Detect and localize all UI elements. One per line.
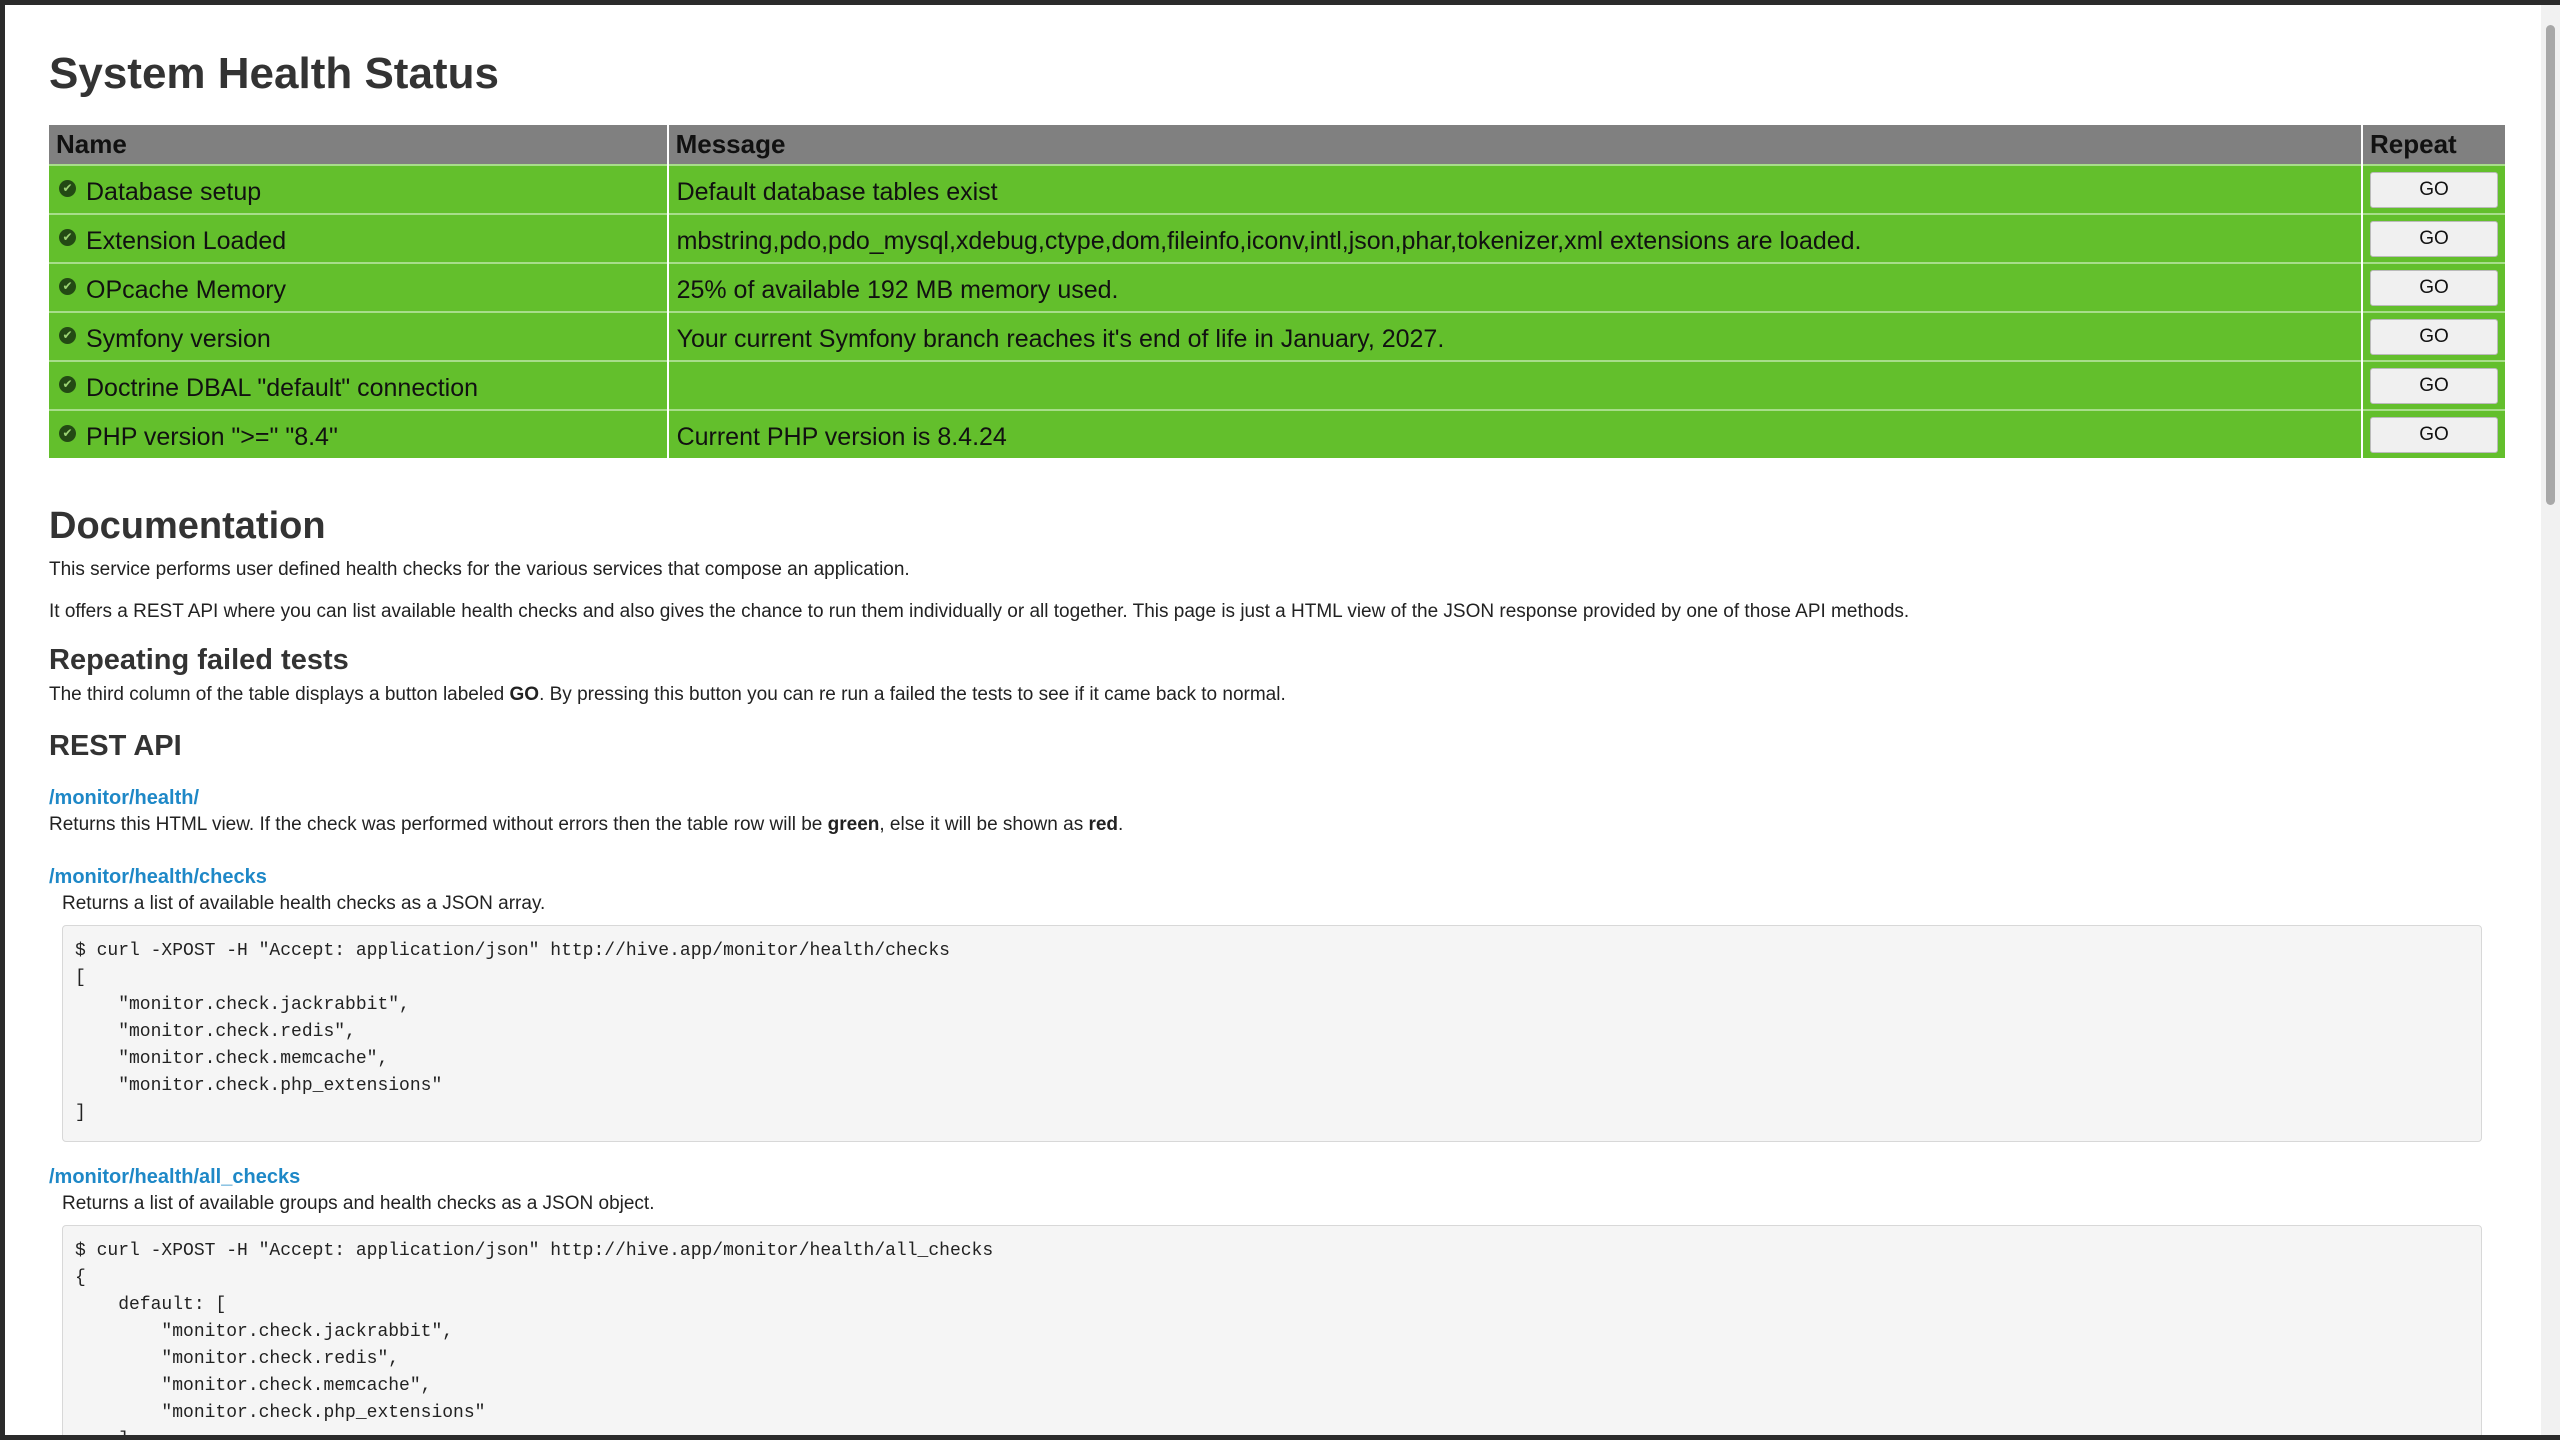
page-title: System Health Status <box>49 49 499 98</box>
column-header-repeat: Repeat <box>2361 125 2505 165</box>
doc-intro-paragraph: This service performs user defined healt… <box>49 559 910 580</box>
go-button[interactable]: GO <box>2369 318 2498 355</box>
check-name-cell: ✔ OPcache Memory <box>49 262 669 312</box>
repeat-cell: GO <box>2361 360 2505 410</box>
check-message-cell: mbstring,pdo,pdo_mysql,xdebug,ctype,dom,… <box>667 213 2363 263</box>
repeat-text: The third column of the table displays a… <box>49 684 510 706</box>
check-name: Doctrine DBAL "default" connection <box>86 374 479 402</box>
table-row: ✔ OPcache Memory 25% of available 192 MB … <box>49 262 2505 312</box>
green-label: green <box>827 814 880 836</box>
health-status-table: Name Message Repeat ✔ Database setup Defa… <box>49 125 2505 458</box>
code-sample-checks: $ curl -XPOST -H "Accept: application/js… <box>62 925 2482 1143</box>
code-sample-all-checks: $ curl -XPOST -H "Accept: application/js… <box>62 1225 2482 1435</box>
endpoint-desc-text: Returns this HTML view. If the check was… <box>49 814 828 836</box>
repeat-cell: GO <box>2361 164 2505 214</box>
repeating-tests-paragraph: The third column of the table displays a… <box>49 683 2504 708</box>
table-row: ✔ Database setup Default database tables … <box>49 164 2505 214</box>
doc-api-paragraph: It offers a REST API where you can list … <box>49 600 1910 622</box>
check-message: Current PHP version is 8.4.24 <box>676 423 1007 451</box>
endpoint-link-checks[interactable]: /monitor/health/checks <box>49 866 2504 889</box>
vertical-scrollbar[interactable] <box>2541 5 2560 1435</box>
check-name: Database setup <box>86 178 262 206</box>
column-header-name: Name <box>49 125 669 165</box>
repeating-tests-heading: Repeating failed tests <box>49 644 349 677</box>
repeat-cell: GO <box>2361 213 2505 263</box>
go-button[interactable]: GO <box>2369 269 2498 306</box>
documentation-heading: Documentation <box>49 505 326 547</box>
check-message: Default database tables exist <box>676 178 998 206</box>
column-header-message: Message <box>667 125 2363 165</box>
check-name-cell: ✔ Extension Loaded <box>49 213 669 263</box>
scrollbar-thumb[interactable] <box>2546 25 2555 505</box>
check-name: Extension Loaded <box>86 227 287 255</box>
endpoint-link-health[interactable]: /monitor/health/ <box>49 787 2504 810</box>
check-ok-icon: ✔ <box>59 376 76 393</box>
table-row: ✔ Extension Loaded mbstring,pdo,pdo_mysql… <box>49 213 2505 263</box>
check-ok-icon: ✔ <box>59 229 76 246</box>
go-button[interactable]: GO <box>2369 220 2498 257</box>
check-name-cell: ✔ PHP version ">=" "8.4" <box>49 409 669 458</box>
go-button[interactable]: GO <box>2369 367 2498 404</box>
check-ok-icon: ✔ <box>59 327 76 344</box>
go-label-bold: GO <box>509 684 540 706</box>
repeat-text-end: . By pressing this button you can re run… <box>539 684 1286 706</box>
go-button[interactable]: GO <box>2369 416 2498 453</box>
check-message-cell: Default database tables exist <box>667 164 2363 214</box>
endpoint-desc-text: . <box>1118 814 1124 836</box>
table-header-row: Name Message Repeat <box>49 125 2505 165</box>
check-message-cell: Current PHP version is 8.4.24 <box>667 409 2363 458</box>
repeat-cell: GO <box>2361 311 2505 361</box>
check-message: mbstring,pdo,pdo_mysql,xdebug,ctype,dom,… <box>676 227 1862 255</box>
check-name-cell: ✔ Doctrine DBAL "default" connection <box>49 360 669 410</box>
check-ok-icon: ✔ <box>59 425 76 442</box>
table-row: ✔ Doctrine DBAL "default" connection GO <box>49 360 2505 410</box>
check-message-cell: Your current Symfony branch reaches it's… <box>667 311 2363 361</box>
check-ok-icon: ✔ <box>59 180 76 197</box>
endpoint-description-health: Returns this HTML view. If the check was… <box>49 814 2504 836</box>
repeat-cell: GO <box>2361 409 2505 458</box>
repeat-cell: GO <box>2361 262 2505 312</box>
table-row: ✔ Symfony version Your current Symfony br… <box>49 311 2505 361</box>
browser-page: System Health Status Name Message Repeat… <box>5 5 2541 1435</box>
page-content: System Health Status Name Message Repeat… <box>44 5 2505 1435</box>
check-name-cell: ✔ Database setup <box>49 164 669 214</box>
check-ok-icon: ✔ <box>59 278 76 295</box>
check-name: OPcache Memory <box>86 276 287 304</box>
red-label: red <box>1088 814 1119 836</box>
endpoint-link-all-checks[interactable]: /monitor/health/all_checks <box>49 1166 2504 1189</box>
rest-api-heading: REST API <box>49 730 182 763</box>
endpoint-description-all-checks: Returns a list of available groups and h… <box>62 1193 655 1215</box>
check-message: Your current Symfony branch reaches it's… <box>676 325 1445 353</box>
check-name: PHP version ">=" "8.4" <box>86 423 338 451</box>
check-name-cell: ✔ Symfony version <box>49 311 669 361</box>
endpoint-desc-text: , else it will be shown as <box>879 814 1089 836</box>
go-button[interactable]: GO <box>2369 171 2498 208</box>
table-row: ✔ PHP version ">=" "8.4" Current PHP vers… <box>49 409 2505 458</box>
check-message: 25% of available 192 MB memory used. <box>676 276 1119 304</box>
check-message-cell: 25% of available 192 MB memory used. <box>667 262 2363 312</box>
check-name: Symfony version <box>86 325 271 353</box>
endpoint-description-checks: Returns a list of available health check… <box>62 893 546 915</box>
check-message-cell <box>667 360 2363 410</box>
